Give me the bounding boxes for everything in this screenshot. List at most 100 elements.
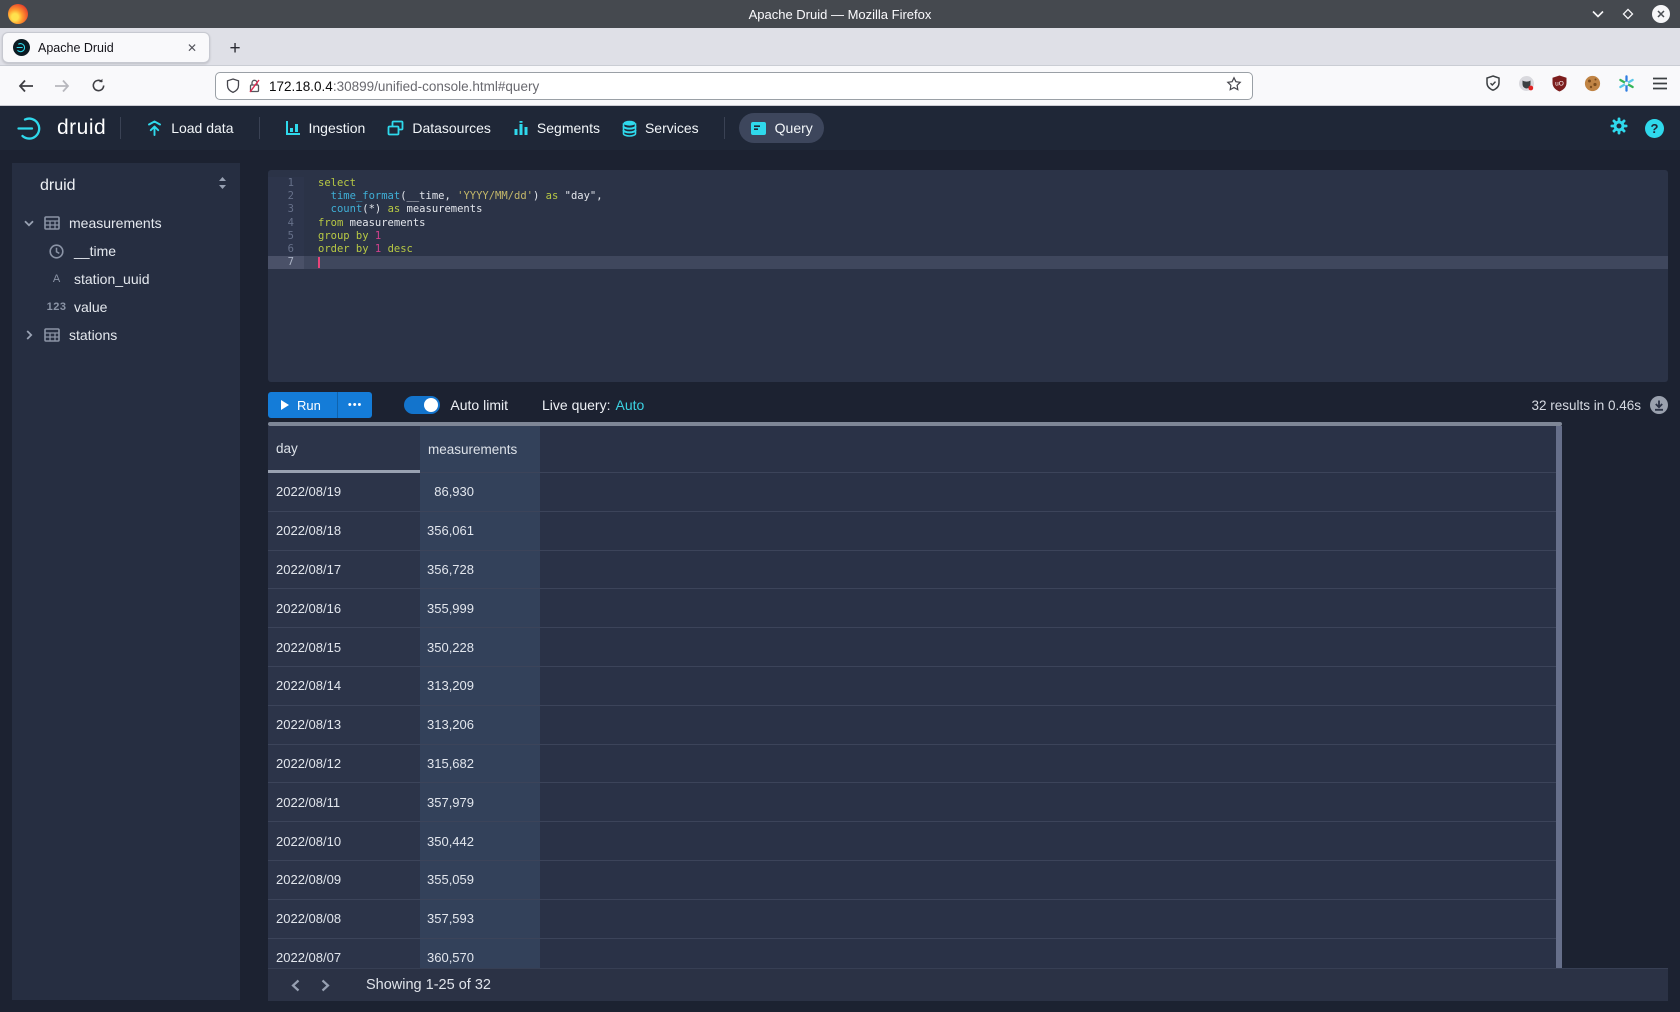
settings-gear-icon[interactable] [1609, 116, 1629, 141]
day-cell[interactable]: 2022/08/14 [268, 667, 420, 706]
divider [724, 117, 725, 139]
measurements-cell[interactable]: 357,593 [420, 900, 540, 939]
measurements-value: 357,593 [426, 911, 474, 926]
svg-text:uO: uO [1555, 81, 1564, 88]
nav-item-ingestion[interactable]: Ingestion [274, 113, 377, 143]
extension-mask-icon[interactable] [1518, 75, 1535, 97]
measurements-cell[interactable]: 356,728 [420, 551, 540, 590]
extension-shield-icon[interactable] [1485, 75, 1501, 97]
tree-item-station-uuid[interactable]: A station_uuid [12, 265, 240, 293]
measurements-cell[interactable]: 356,061 [420, 512, 540, 551]
chevron-right-icon[interactable] [21, 330, 37, 340]
nav-item-datasources[interactable]: Datasources [376, 113, 502, 143]
chevron-down-icon[interactable] [21, 220, 37, 227]
code-line-1[interactable]: 1select [268, 177, 1668, 190]
code-line-4[interactable]: 4from measurements [268, 217, 1668, 230]
tab-close-icon[interactable]: ✕ [183, 39, 201, 57]
row-filler [540, 822, 1562, 861]
line-number: 5 [268, 230, 304, 243]
new-tab-button[interactable]: + [222, 36, 248, 62]
auto-limit-toggle[interactable] [404, 396, 440, 414]
tree-item-measurements[interactable]: measurements [12, 209, 240, 237]
day-cell[interactable]: 2022/08/07 [268, 939, 420, 968]
schema-selector[interactable]: druid [40, 177, 217, 195]
window-minimize-button[interactable] [1592, 10, 1604, 18]
reload-button[interactable] [84, 72, 112, 100]
day-cell[interactable]: 2022/08/15 [268, 628, 420, 667]
extension-asterisk-icon[interactable] [1618, 75, 1635, 97]
code-text [304, 256, 1668, 269]
nav-item-services[interactable]: Services [611, 113, 710, 144]
back-button[interactable] [12, 72, 40, 100]
day-cell[interactable]: 2022/08/16 [268, 589, 420, 628]
tree-item-stations[interactable]: stations [12, 321, 240, 349]
url-bar[interactable]: 172.18.0.4:30899/unified-console.html#qu… [215, 72, 1253, 100]
forward-button[interactable] [48, 72, 76, 100]
measurements-cell[interactable]: 313,209 [420, 667, 540, 706]
bookmark-star-icon[interactable] [1226, 76, 1242, 97]
window-title: Apache Druid — Mozilla Firefox [0, 7, 1680, 22]
sql-editor[interactable]: 1select2 time_format(__time, 'YYYY/MM/dd… [268, 170, 1668, 382]
day-cell[interactable]: 2022/08/11 [268, 783, 420, 822]
tree-item-time[interactable]: __time [12, 237, 240, 265]
measurements-cell[interactable]: 355,059 [420, 861, 540, 900]
column-header-day[interactable]: day [268, 426, 420, 473]
measurements-cell[interactable]: 350,442 [420, 822, 540, 861]
day-cell[interactable]: 2022/08/13 [268, 706, 420, 745]
table-row: 2022/08/11357,979 [268, 783, 1562, 822]
row-filler [540, 900, 1562, 939]
code-line-3[interactable]: 3 count(*) as measurements [268, 203, 1668, 216]
measurements-cell[interactable]: 86,930 [420, 473, 540, 512]
code-line-2[interactable]: 2 time_format(__time, 'YYYY/MM/dd') as "… [268, 190, 1668, 203]
measurements-cell[interactable]: 350,228 [420, 628, 540, 667]
url-text[interactable]: 172.18.0.4:30899/unified-console.html#qu… [269, 79, 1226, 94]
day-cell[interactable]: 2022/08/08 [268, 900, 420, 939]
row-filler [540, 551, 1562, 590]
services-icon [622, 120, 637, 137]
tab-apache-druid[interactable]: Apache Druid ✕ [2, 32, 210, 63]
day-cell[interactable]: 2022/08/12 [268, 745, 420, 784]
extension-cookie-icon[interactable] [1584, 75, 1601, 97]
results-table-body: 2022/08/1986,9302022/08/18356,0612022/08… [268, 473, 1562, 968]
insecure-lock-icon[interactable] [248, 78, 261, 94]
measurements-cell[interactable]: 313,206 [420, 706, 540, 745]
table-row: 2022/08/13313,206 [268, 706, 1562, 745]
measurements-cell[interactable]: 357,979 [420, 783, 540, 822]
code-line-5[interactable]: 5group by 1 [268, 230, 1668, 243]
tree-item-label: measurements [69, 215, 162, 231]
code-line-7[interactable]: 7 [268, 256, 1668, 269]
window-close-button[interactable]: ✕ [1652, 5, 1670, 23]
row-filler [540, 706, 1562, 745]
tracking-shield-icon[interactable] [226, 78, 240, 94]
measurements-cell[interactable]: 360,570 [420, 939, 540, 968]
row-filler [540, 512, 1562, 551]
day-cell[interactable]: 2022/08/10 [268, 822, 420, 861]
nav-item-query[interactable]: Query [739, 113, 824, 143]
day-cell[interactable]: 2022/08/17 [268, 551, 420, 590]
measurements-cell[interactable]: 315,682 [420, 745, 540, 784]
nav-item-segments[interactable]: Segments [502, 113, 611, 143]
previous-page-button[interactable] [280, 969, 310, 1002]
day-cell[interactable]: 2022/08/18 [268, 512, 420, 551]
sort-double-caret-icon[interactable] [217, 176, 228, 195]
download-icon[interactable] [1650, 396, 1668, 414]
day-cell[interactable]: 2022/08/09 [268, 861, 420, 900]
menu-hamburger-icon[interactable] [1652, 77, 1668, 95]
nav-item-load-data[interactable]: Load data [135, 113, 244, 143]
vertical-scrollbar[interactable] [1556, 426, 1562, 968]
table-row: 2022/08/10350,442 [268, 822, 1562, 861]
code-line-6[interactable]: 6order by 1 desc [268, 243, 1668, 256]
extension-ublock-icon[interactable]: uO [1552, 75, 1567, 97]
run-more-button[interactable]: ••• [337, 392, 373, 418]
druid-brand[interactable]: druid [16, 115, 106, 142]
tree-item-value[interactable]: 123 value [12, 293, 240, 321]
window-maximize-button[interactable] [1622, 8, 1634, 20]
column-header-measurements[interactable]: measurements [420, 426, 540, 473]
measurements-cell[interactable]: 355,999 [420, 589, 540, 628]
run-button[interactable]: Run [268, 392, 337, 418]
live-query-value[interactable]: Auto [615, 397, 644, 413]
help-icon[interactable]: ? [1645, 119, 1664, 138]
next-page-button[interactable] [310, 969, 340, 1002]
clock-icon [47, 244, 66, 259]
day-cell[interactable]: 2022/08/19 [268, 473, 420, 512]
